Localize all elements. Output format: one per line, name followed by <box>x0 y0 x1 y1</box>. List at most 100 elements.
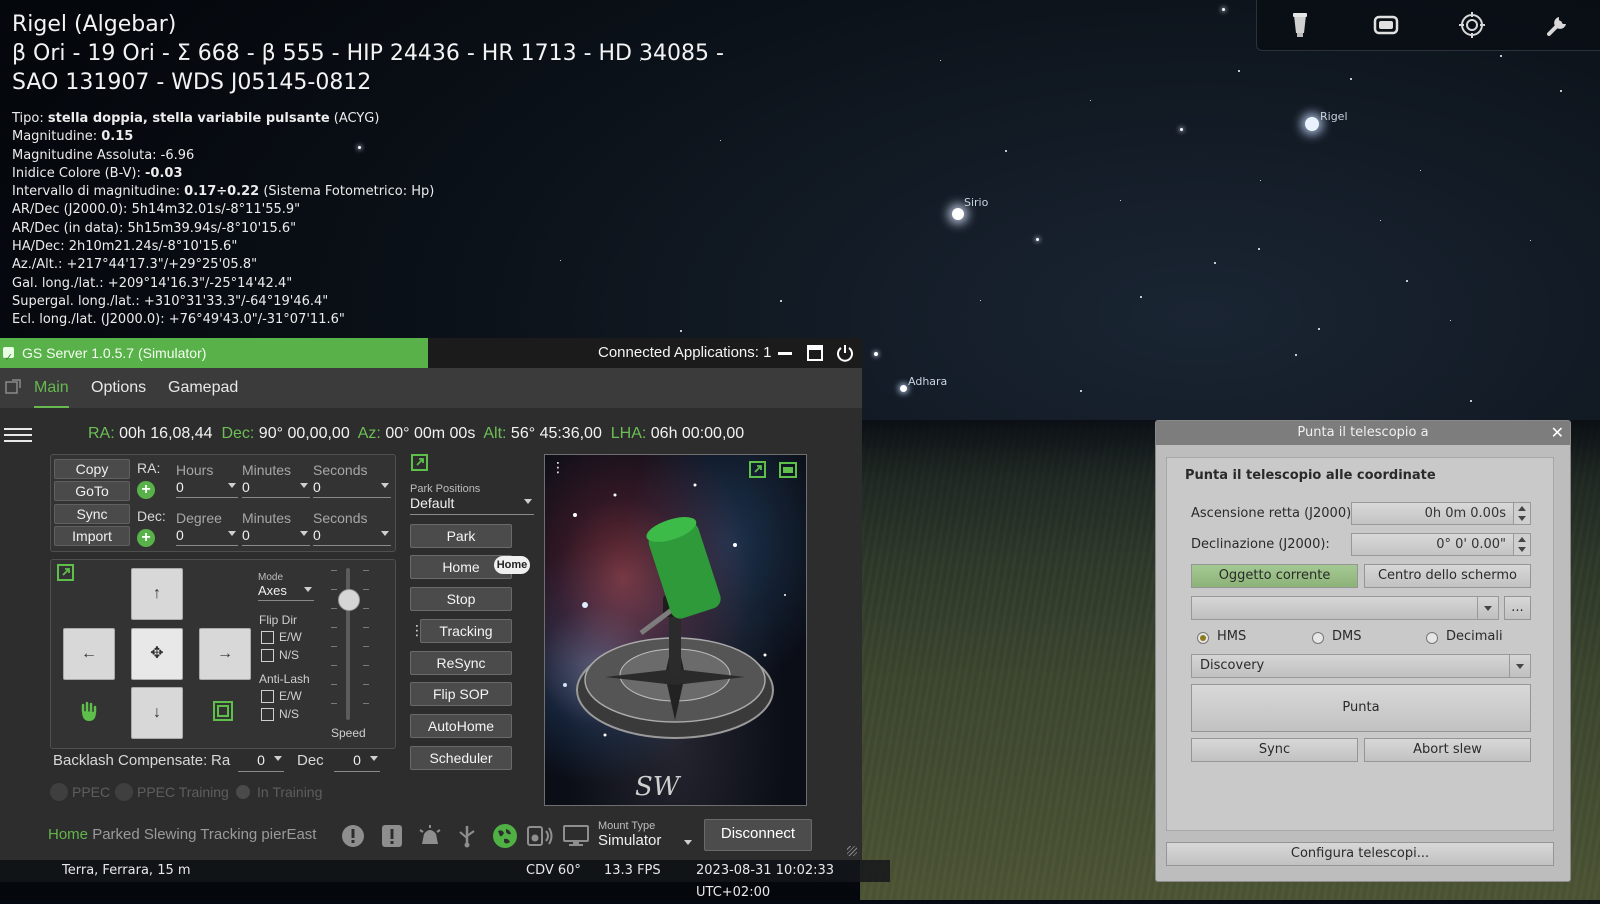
disconnect-button[interactable]: Disconnect <box>704 819 812 851</box>
globe-icon[interactable] <box>492 823 518 854</box>
slew-west-button[interactable]: ← <box>63 628 115 680</box>
slew-east-button[interactable]: → <box>199 628 251 680</box>
dec-minutes-select[interactable]: 0 <box>242 527 310 546</box>
close-icon[interactable]: ✕ <box>1551 421 1564 445</box>
tracking-button[interactable]: Tracking <box>420 619 512 643</box>
format-dms-radio[interactable] <box>1312 632 1324 644</box>
ppec-toggle[interactable] <box>50 783 68 801</box>
screen-center-button[interactable]: Centro dello schermo <box>1364 564 1531 588</box>
mount-type-select[interactable]: Simulator <box>598 832 694 851</box>
add-dec-icon[interactable]: + <box>137 529 155 547</box>
saved-positions-select[interactable] <box>1191 596 1499 620</box>
flip-sop-button[interactable]: Flip SOP <box>410 682 512 706</box>
ra-hours-select[interactable]: 0 <box>176 479 238 498</box>
tab-options[interactable]: Options <box>91 368 146 408</box>
ppec-training-toggle[interactable] <box>115 783 133 801</box>
tab-gamepad[interactable]: Gamepad <box>168 368 238 408</box>
flip-ns-checkbox[interactable] <box>261 649 274 662</box>
resize-grip-icon[interactable] <box>847 846 857 856</box>
configure-telescopes-button[interactable]: Configura telescopi... <box>1166 842 1554 866</box>
popout-park-icon[interactable] <box>411 454 429 477</box>
dec-seconds-select[interactable]: 0 <box>313 527 391 546</box>
telescope-icon[interactable] <box>1287 12 1313 38</box>
sync-button[interactable]: Sync <box>54 504 130 524</box>
slew-center-button[interactable]: ✥ <box>131 628 183 680</box>
slew-south-button[interactable]: ↓ <box>131 687 183 739</box>
minimize-icon[interactable] <box>775 343 795 363</box>
alert-icon[interactable] <box>341 824 365 853</box>
scope-more-icon[interactable]: ⋮ <box>551 459 565 476</box>
ra-minutes-select[interactable]: 0 <box>242 479 310 498</box>
popout-green-icon[interactable] <box>57 564 75 587</box>
stop-button[interactable]: Stop <box>410 587 512 611</box>
telescope-toolbar <box>1256 0 1600 51</box>
slew-north-button[interactable]: ↑ <box>131 568 183 620</box>
ra-seconds-select[interactable]: 0 <box>313 479 391 498</box>
dialog-sync-button[interactable]: Sync <box>1191 738 1358 762</box>
power-icon[interactable] <box>835 343 855 363</box>
star <box>1005 150 1007 152</box>
ra-input[interactable]: 0h 0m 0.00s <box>1351 502 1531 525</box>
dec-spinner[interactable] <box>1513 534 1530 555</box>
star-adhara[interactable] <box>900 385 907 392</box>
star-sirio[interactable] <box>952 208 964 220</box>
format-decimal-radio[interactable] <box>1426 632 1438 644</box>
monitor-icon[interactable] <box>563 824 589 853</box>
goto-button[interactable]: GoTo <box>54 481 130 501</box>
flip-dir-label: Flip Dir <box>259 613 297 627</box>
status-home: Home <box>48 826 89 843</box>
antilash-ew-checkbox[interactable] <box>261 690 274 703</box>
flip-ew-checkbox[interactable] <box>261 631 274 644</box>
connected-applications: Connected Applications: 1 <box>598 344 772 361</box>
popout-icon[interactable] <box>4 378 22 401</box>
dialog-heading: Punta il telescopio alle coordinate <box>1185 468 1436 483</box>
slew-panel: ↑ ← ✥ → ↓ Mode Axes Flip Dir E/W N/S Ant… <box>50 559 396 749</box>
format-hms-label: HMS <box>1217 629 1247 644</box>
park-positions-select[interactable]: Default <box>410 495 534 515</box>
scope-window-icon[interactable] <box>779 461 797 484</box>
speaker-icon[interactable] <box>527 824 553 853</box>
backlash-dec-select[interactable]: 0 <box>334 752 380 772</box>
copy-button[interactable]: Copy <box>54 459 130 479</box>
wrench-icon[interactable] <box>1545 12 1571 38</box>
usb-icon[interactable] <box>456 824 478 853</box>
gs-titlebar[interactable]: GS Server 1.0.5.7 (Simulator) Connected … <box>0 338 862 373</box>
scheduler-button[interactable]: Scheduler <box>410 746 512 770</box>
star-rigel[interactable] <box>1305 117 1319 131</box>
dialog-titlebar[interactable]: Punta il telescopio a ✕ <box>1156 421 1570 445</box>
coord-dec-value: 90° 00,00,00 <box>258 425 350 442</box>
scope-popout-icon[interactable] <box>749 461 767 484</box>
import-button[interactable]: Import <box>54 526 130 546</box>
punta-button[interactable]: Punta <box>1191 684 1531 732</box>
format-hms-radio[interactable] <box>1197 632 1209 644</box>
telescope-select[interactable]: Discovery <box>1191 654 1531 678</box>
speed-slider-thumb[interactable] <box>338 589 360 611</box>
antilash-ns-checkbox[interactable] <box>261 708 274 721</box>
dec-input[interactable]: 0° 0' 0.00" <box>1351 533 1531 556</box>
frame-icon[interactable] <box>213 701 233 726</box>
backlash-ra-select[interactable]: 0 <box>238 752 284 772</box>
dec-degree-select[interactable]: 0 <box>176 527 238 546</box>
warning-icon[interactable] <box>381 824 403 853</box>
object-designations-1: β Ori - 19 Ori - Σ 668 - β 555 - HIP 244… <box>12 41 724 66</box>
flip-ew-label: E/W <box>279 630 302 644</box>
autohome-button[interactable]: AutoHome <box>410 714 512 738</box>
tab-main[interactable]: Main <box>34 368 69 408</box>
sensor-icon[interactable] <box>1459 12 1485 38</box>
add-ra-icon[interactable]: + <box>137 481 155 499</box>
datetime-text[interactable]: 2023-08-31 10:02:33 UTC+02:00 <box>696 860 890 904</box>
menu-icon[interactable] <box>4 424 32 444</box>
mount-3d-view[interactable]: SW ⋮ <box>544 454 807 806</box>
more-button[interactable]: ... <box>1504 596 1531 620</box>
maximize-icon[interactable] <box>805 343 825 363</box>
mode-select[interactable]: Axes <box>258 583 314 601</box>
current-object-button[interactable]: Oggetto corrente <box>1191 564 1358 588</box>
ocular-icon[interactable] <box>1373 12 1399 38</box>
park-button[interactable]: Park <box>410 524 512 548</box>
alarm-icon[interactable] <box>418 824 442 853</box>
resync-button[interactable]: ReSync <box>410 651 512 675</box>
hand-stop-icon[interactable] <box>79 701 99 728</box>
ra-spinner[interactable] <box>1513 503 1530 524</box>
location-text[interactable]: Terra, Ferrara, 15 m <box>62 860 191 882</box>
abort-slew-button[interactable]: Abort slew <box>1364 738 1531 762</box>
